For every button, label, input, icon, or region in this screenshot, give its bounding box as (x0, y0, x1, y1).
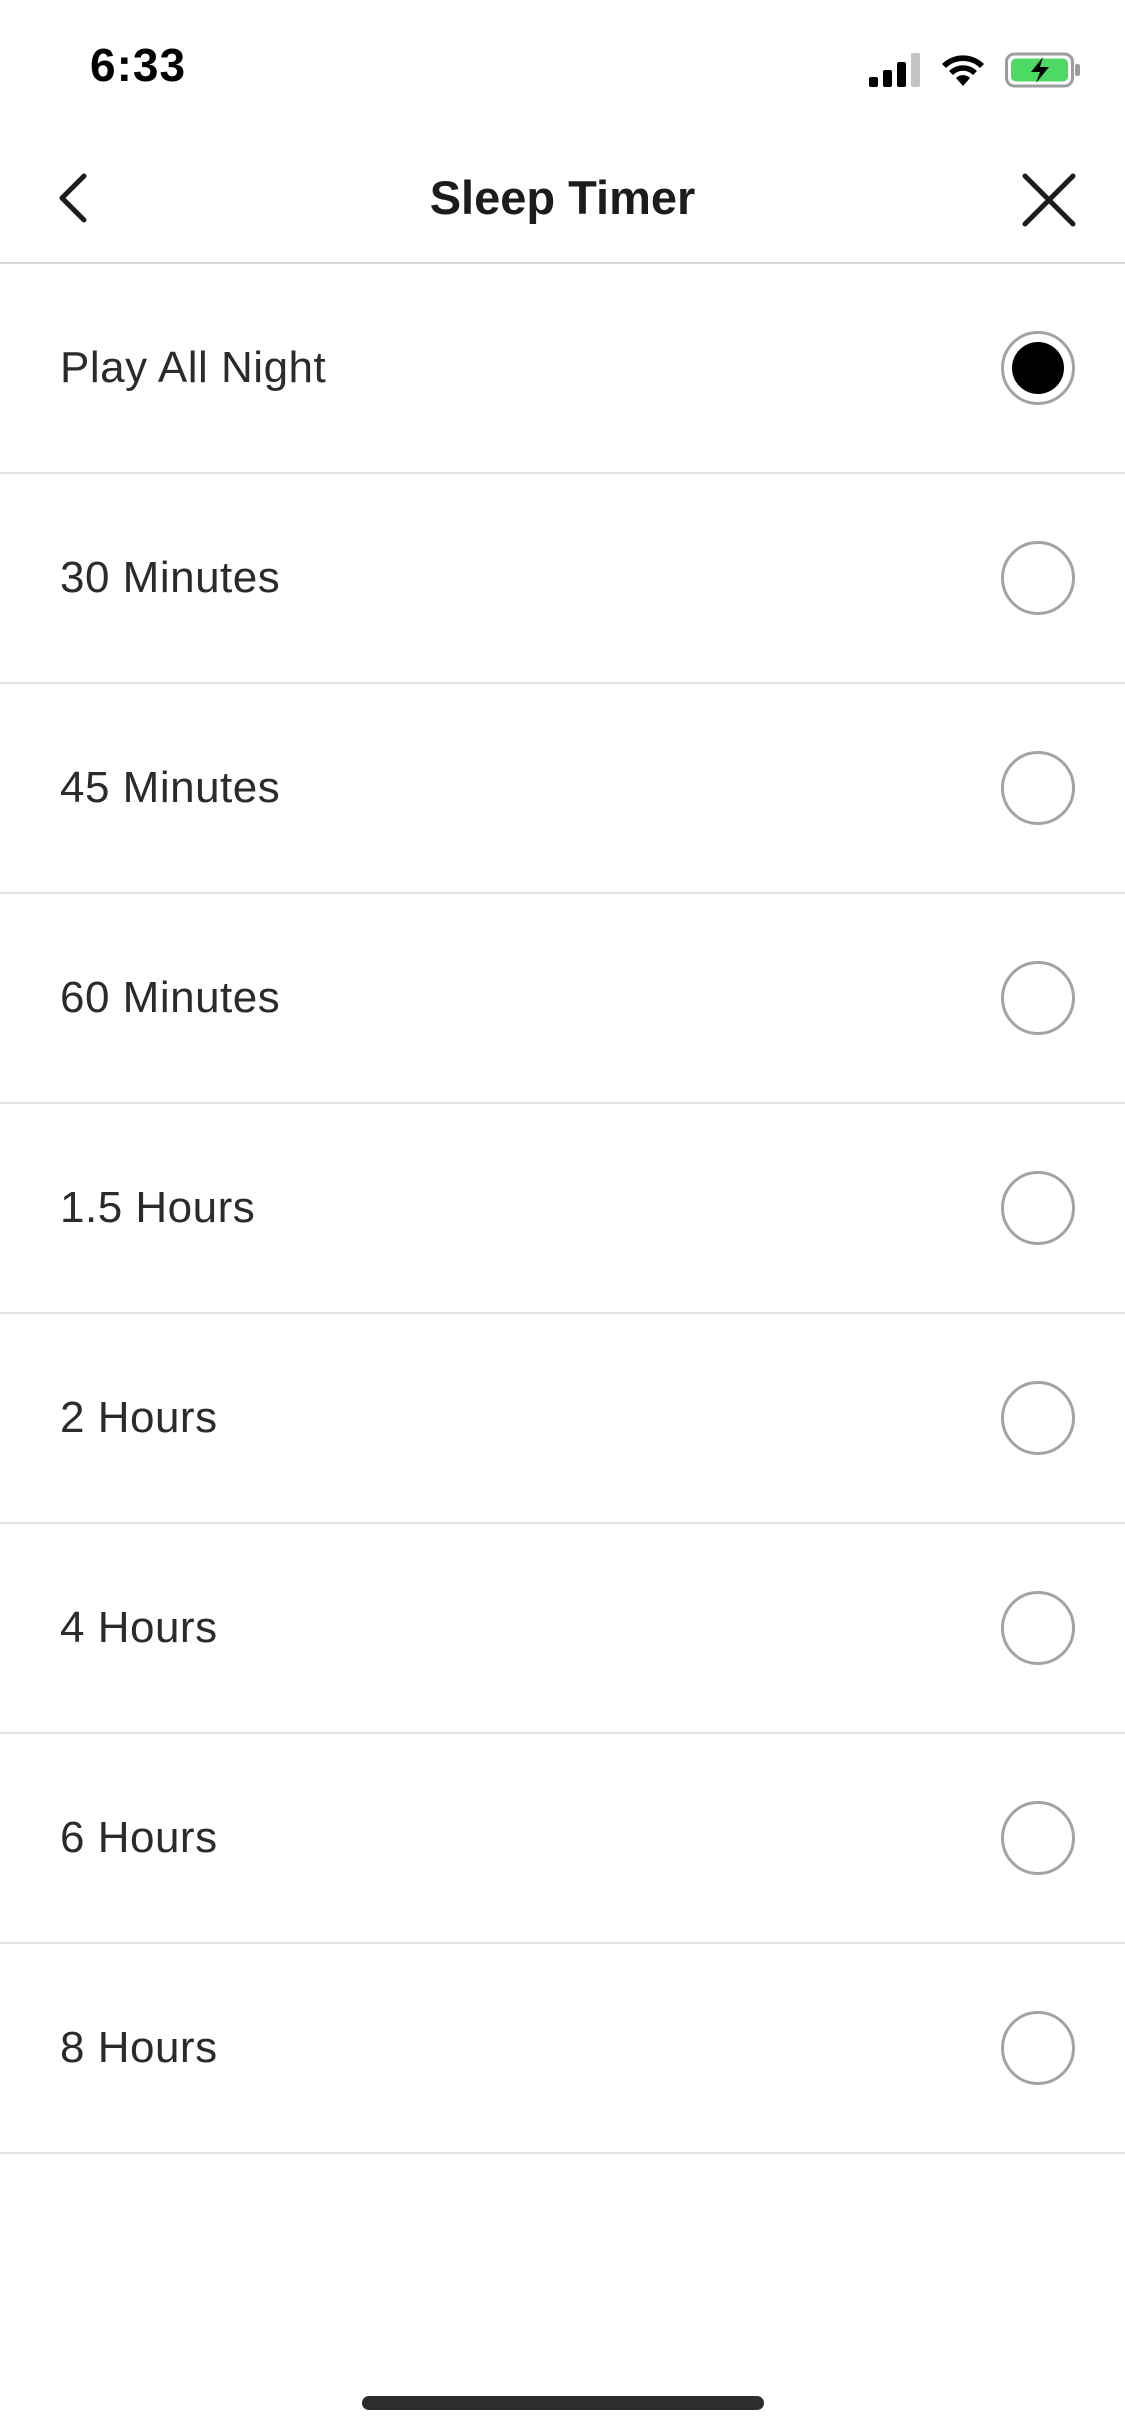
option-label: 8 Hours (60, 2023, 218, 2072)
wifi-icon (942, 55, 984, 86)
option-30-minutes[interactable]: 30 Minutes (0, 474, 1125, 684)
option-label: Play All Night (60, 343, 327, 392)
radio-button[interactable] (1001, 1381, 1075, 1455)
signal-icon (869, 53, 920, 87)
status-bar: 6:33 (0, 0, 1125, 132)
option-label: 30 Minutes (60, 553, 281, 602)
status-icons (869, 50, 1081, 90)
radio-button[interactable] (1001, 1171, 1075, 1245)
option-1-5-hours[interactable]: 1.5 Hours (0, 1104, 1125, 1314)
navigation-header: Sleep Timer (0, 132, 1125, 264)
radio-button[interactable] (1001, 1801, 1075, 1875)
status-time: 6:33 (90, 39, 187, 91)
option-60-minutes[interactable]: 60 Minutes (0, 894, 1125, 1104)
option-play-all-night[interactable]: Play All Night (0, 264, 1125, 474)
option-label: 1.5 Hours (60, 1183, 256, 1232)
close-button[interactable] (1009, 160, 1089, 240)
option-label: 60 Minutes (60, 973, 281, 1022)
radio-button-selected[interactable] (1001, 331, 1075, 405)
battery-charging-icon (1005, 52, 1080, 88)
option-label: 2 Hours (60, 1393, 218, 1442)
radio-button[interactable] (1001, 541, 1075, 615)
radio-button[interactable] (1001, 961, 1075, 1035)
radio-button[interactable] (1001, 751, 1075, 825)
close-icon (1022, 173, 1076, 227)
radio-button[interactable] (1001, 2011, 1075, 2085)
option-45-minutes[interactable]: 45 Minutes (0, 684, 1125, 894)
home-indicator[interactable] (362, 2396, 764, 2410)
option-label: 4 Hours (60, 1603, 218, 1652)
option-8-hours[interactable]: 8 Hours (0, 1944, 1125, 2154)
option-label: 6 Hours (60, 1813, 218, 1862)
page-title: Sleep Timer (429, 171, 696, 224)
radio-button[interactable] (1001, 1591, 1075, 1665)
option-4-hours[interactable]: 4 Hours (0, 1524, 1125, 1734)
option-2-hours[interactable]: 2 Hours (0, 1314, 1125, 1524)
sleep-timer-options: Play All Night 30 Minutes 45 Minutes 60 … (0, 264, 1125, 2154)
radio-selected-dot (1012, 342, 1064, 394)
option-6-hours[interactable]: 6 Hours (0, 1734, 1125, 1944)
option-label: 45 Minutes (60, 763, 281, 812)
